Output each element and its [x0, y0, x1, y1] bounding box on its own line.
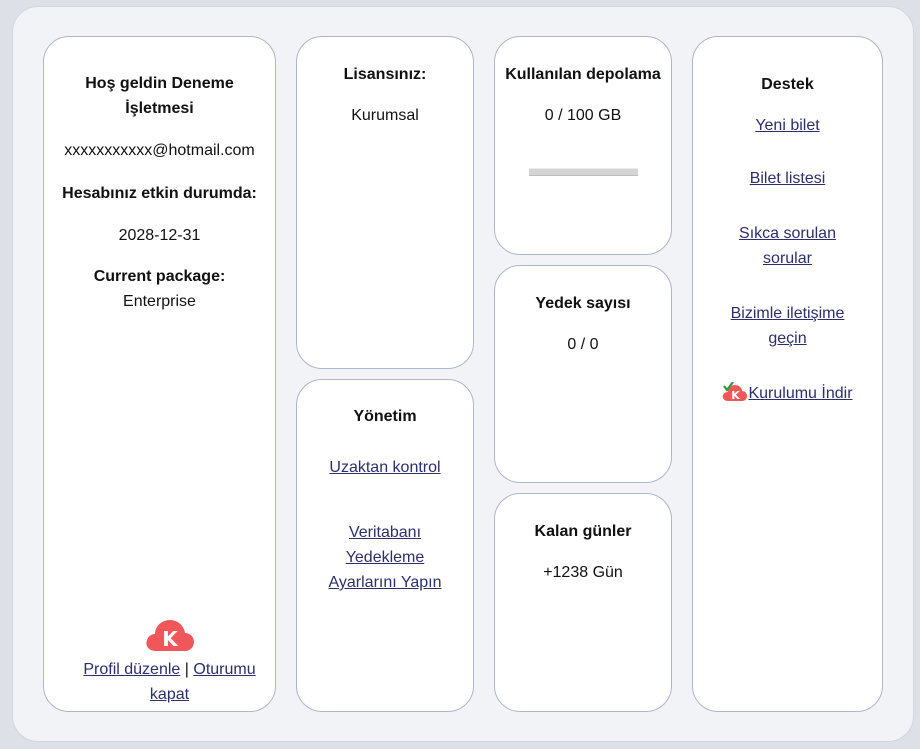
download-logo-letter: K: [732, 389, 741, 402]
profile-footer: Profil düzenle | Oturumu kapat: [74, 657, 265, 707]
management-title: Yönetim: [353, 408, 417, 425]
faq-link[interactable]: Sıkca sorulan sorular: [723, 221, 852, 271]
storage-value: 0 / 100 GB: [544, 107, 622, 124]
welcome-heading: Hoş geldin Deneme İşletmesi: [85, 75, 234, 117]
backup-count-value: 0 / 0: [567, 336, 599, 353]
package-label: Current package:: [93, 268, 226, 285]
account-email: xxxxxxxxxxx@hotmail.com: [64, 142, 255, 159]
footer-separator: |: [184, 661, 189, 678]
storage-card: Kullanılan depolama 0 / 100 GB: [494, 36, 672, 255]
backup-count-card: Yedek sayısı 0 / 0: [494, 265, 672, 483]
ticket-list-link[interactable]: Bilet listesi: [750, 166, 826, 191]
db-backup-settings-link[interactable]: Veritabanı Yedekleme Ayarlarını Yapın: [317, 520, 453, 595]
profile-card: Hoş geldin Deneme İşletmesi xxxxxxxxxxx@…: [43, 36, 276, 712]
support-title: Destek: [761, 76, 814, 93]
edit-profile-link[interactable]: Profil düzenle: [83, 661, 180, 678]
download-installer-link[interactable]: Kurulumu İndir: [748, 381, 852, 406]
account-expiry-date: 2028-12-31: [118, 227, 201, 244]
storage-progress-bar: [529, 168, 638, 176]
download-row: K Kurulumu İndir: [693, 381, 882, 406]
download-logo-icon: K: [723, 382, 748, 402]
support-card: Destek Yeni bilet Bilet listesi Sıkca so…: [692, 36, 883, 712]
remaining-days-title: Kalan günler: [534, 523, 632, 540]
cloud-logo-icon: K: [146, 620, 194, 651]
remote-control-link[interactable]: Uzaktan kontrol: [329, 455, 440, 480]
storage-title: Kullanılan depolama: [505, 66, 661, 83]
backup-count-title: Yedek sayısı: [535, 295, 631, 312]
contact-link[interactable]: Bizimle iletişime geçin: [713, 301, 862, 351]
license-title: Lisansınız:: [343, 66, 427, 83]
management-card: Yönetim Uzaktan kontrol Veritabanı Yedek…: [296, 379, 474, 712]
license-card: Lisansınız: Kurumsal: [296, 36, 474, 369]
remaining-days-value: +1238 Gün: [543, 564, 623, 581]
new-ticket-link[interactable]: Yeni bilet: [755, 113, 819, 138]
account-status-label: Hesabınız etkin durumda:: [62, 185, 257, 202]
license-value: Kurumsal: [351, 107, 419, 124]
remaining-days-card: Kalan günler +1238 Gün: [494, 493, 672, 712]
package-value: Enterprise: [123, 293, 196, 310]
cloud-logo-letter: K: [162, 627, 179, 651]
